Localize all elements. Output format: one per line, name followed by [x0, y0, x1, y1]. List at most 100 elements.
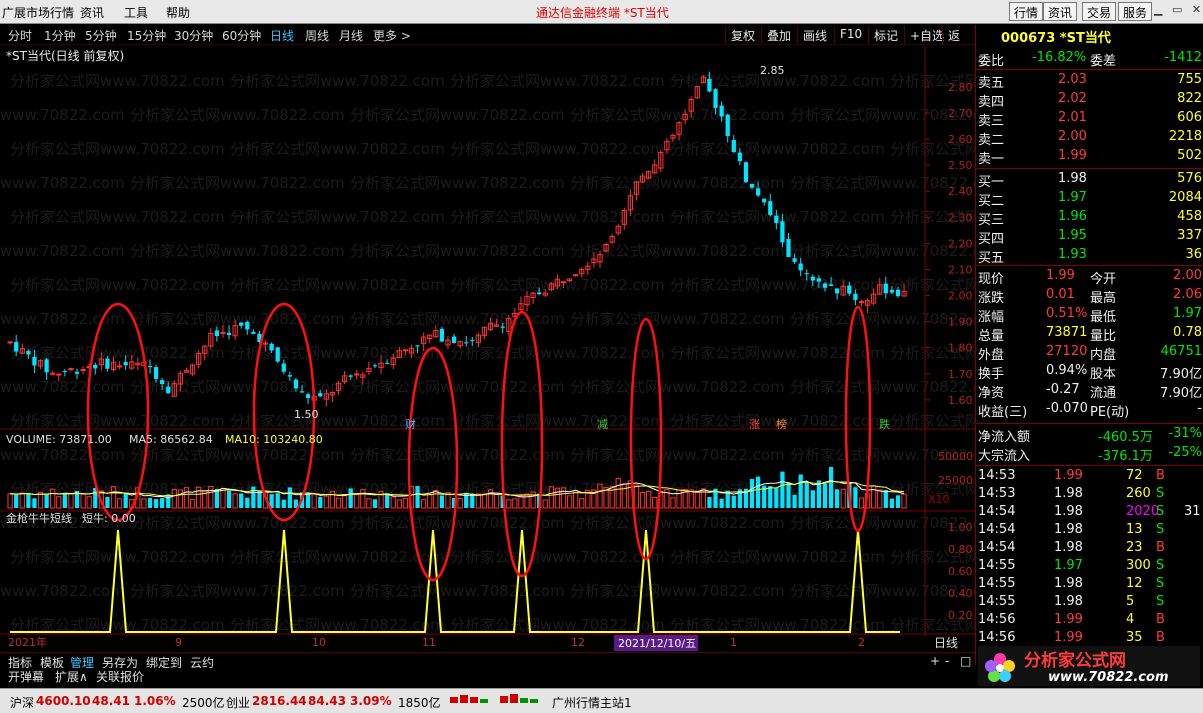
indicator-value: 短牛: 0.00	[82, 511, 136, 525]
sh-index: 4600.10	[36, 694, 91, 708]
watermark-text: 分析家公式网www.70822.com	[450, 140, 665, 158]
flow-row: 净流入额 -460.5万 -31%	[976, 426, 1203, 445]
stat-label: 现价	[978, 272, 1005, 287]
sell-price: 2.02	[1058, 91, 1087, 106]
maximize-icon[interactable]: ▭	[1172, 3, 1182, 16]
candle-body	[725, 114, 730, 137]
tab-15min[interactable]: 15分钟	[127, 27, 166, 44]
sh-amount: 2500亿	[182, 696, 225, 710]
candle-body	[415, 345, 420, 347]
event-badge[interactable]: 跌	[879, 417, 890, 431]
quote-divider	[976, 69, 1203, 70]
stat-label: 收益(三)	[978, 405, 1028, 420]
candle-body	[749, 183, 755, 188]
menu-news[interactable]: 资讯	[80, 4, 104, 21]
event-badge[interactable]: 财	[405, 417, 416, 431]
tab-weekly[interactable]: 周线	[305, 27, 329, 44]
price-axis-label: 1.60	[948, 394, 973, 407]
watermark-text: 分析家公式网www.70822.com	[570, 514, 785, 532]
draw-button[interactable]: 画线	[797, 26, 832, 44]
stat-label: 净资	[978, 386, 1005, 401]
f10-button[interactable]: F10	[834, 26, 867, 44]
ma10-label: MA10: 103240.80	[225, 433, 323, 446]
tab-monthly[interactable]: 月线	[339, 27, 363, 44]
price-axis-label: 2.10	[948, 263, 973, 276]
stat-row: 换手 0.94% 股本 7.90亿	[976, 363, 1203, 382]
tick-price: 1.98	[1054, 540, 1083, 555]
watermark-text: 分析家公式网www.70822.com	[890, 412, 975, 430]
service-button[interactable]: 服务	[1118, 2, 1153, 21]
sell-volume: 755	[1177, 72, 1202, 87]
server-name[interactable]: 广州行情主站1	[552, 694, 632, 711]
tab-timeshare[interactable]: 分时	[8, 27, 32, 44]
volume-bar	[275, 493, 280, 508]
quote-button[interactable]: 行情	[1009, 2, 1044, 21]
related-quote-button[interactable]: 关联报价	[96, 668, 144, 685]
volume-bar	[755, 476, 761, 508]
close-icon[interactable]: ✕	[1192, 3, 1201, 16]
danmaku-toggle[interactable]: 开弹幕	[8, 668, 44, 685]
candle-body	[804, 273, 809, 275]
menu-help[interactable]: 帮助	[166, 4, 190, 21]
stat-value: -0.070	[1046, 401, 1088, 416]
volume-bar	[305, 493, 311, 508]
tab-60min[interactable]: 60分钟	[222, 27, 261, 44]
quote-divider	[976, 265, 1203, 266]
trade-button[interactable]: 交易	[1082, 2, 1117, 21]
expand-toggle[interactable]: 扩展∧	[55, 668, 88, 685]
price-axis-label: 2.00	[948, 290, 973, 303]
tick-volume: 300	[1126, 558, 1151, 573]
event-badge[interactable]: 减	[597, 418, 608, 431]
sell-row: 卖五 2.03 755	[976, 72, 1203, 91]
tab-daily[interactable]: 日线	[270, 27, 294, 44]
sell-level-label: 卖三	[978, 114, 1005, 129]
tick-row: 14:53 1.99 72 B	[976, 468, 1203, 486]
volume-bar	[415, 486, 420, 508]
stat-label: 总量	[978, 329, 1005, 344]
volume-bar	[123, 493, 128, 508]
event-badge[interactable]: 榜	[776, 417, 787, 431]
adjust-button[interactable]: 复权	[725, 26, 760, 44]
back-button[interactable]: 返回	[942, 26, 975, 60]
tab-30min[interactable]: 30分钟	[174, 27, 213, 44]
menu-market[interactable]: 广展市场行情	[2, 4, 74, 21]
tick-row: 14:53 1.98 260 S	[976, 486, 1203, 504]
zoom-in-icon[interactable]: +	[930, 654, 940, 668]
cy-percent: 3.09%	[350, 694, 392, 708]
zoom-out-icon[interactable]: -	[945, 654, 949, 668]
buy-volume: 36	[1185, 247, 1202, 262]
volume-unit: X10	[928, 493, 950, 506]
event-badge[interactable]: 涨	[749, 418, 760, 431]
candle-body	[281, 363, 286, 372]
tab-5min[interactable]: 5分钟	[85, 27, 117, 44]
tick-price: 1.98	[1054, 486, 1083, 501]
menu-tools[interactable]: 工具	[124, 4, 148, 21]
stat-row: 净资 -0.27 流通 7.90亿	[976, 382, 1203, 401]
volume-bar	[166, 494, 171, 508]
watermark-text: 分析家公式网www.70822.com	[0, 446, 125, 464]
buy-price: 1.98	[1058, 171, 1087, 186]
buy-row: 买四 1.95 337	[976, 228, 1203, 247]
status-bar: 沪深 4600.10 48.41 1.06% 2500亿 创业 2816.44 …	[0, 688, 1203, 713]
candle-body	[299, 391, 305, 393]
candle-body	[44, 359, 49, 373]
volume-axis-label: 50000	[938, 450, 973, 463]
kline-chart[interactable]: 分析家公式网www.70822.com 分析家公式网www.70822.com 分析…	[0, 46, 975, 652]
tick-side: S	[1156, 594, 1165, 609]
overlay-button[interactable]: 叠加	[761, 26, 796, 44]
sell-row: 卖一 1.99 502	[976, 148, 1203, 167]
buy-volume: 576	[1177, 171, 1202, 186]
sell-level-label: 卖二	[978, 133, 1005, 148]
info-button[interactable]: 资讯	[1043, 2, 1078, 21]
stat-value: 2.00	[1173, 268, 1202, 283]
mark-button[interactable]: 标记	[868, 26, 903, 44]
stat-label: 最低	[1090, 310, 1117, 325]
candle-body	[780, 221, 785, 243]
tick-price: 1.99	[1054, 468, 1083, 483]
stat-row: 现价 1.99 今开 2.00	[976, 268, 1203, 287]
tab-more[interactable]: 更多 >	[373, 27, 411, 44]
settings-icon[interactable]: □	[960, 654, 971, 668]
tab-1min[interactable]: 1分钟	[44, 27, 76, 44]
date-label-10: 10	[312, 636, 326, 649]
minimize-icon[interactable]: ▁	[1154, 3, 1162, 16]
